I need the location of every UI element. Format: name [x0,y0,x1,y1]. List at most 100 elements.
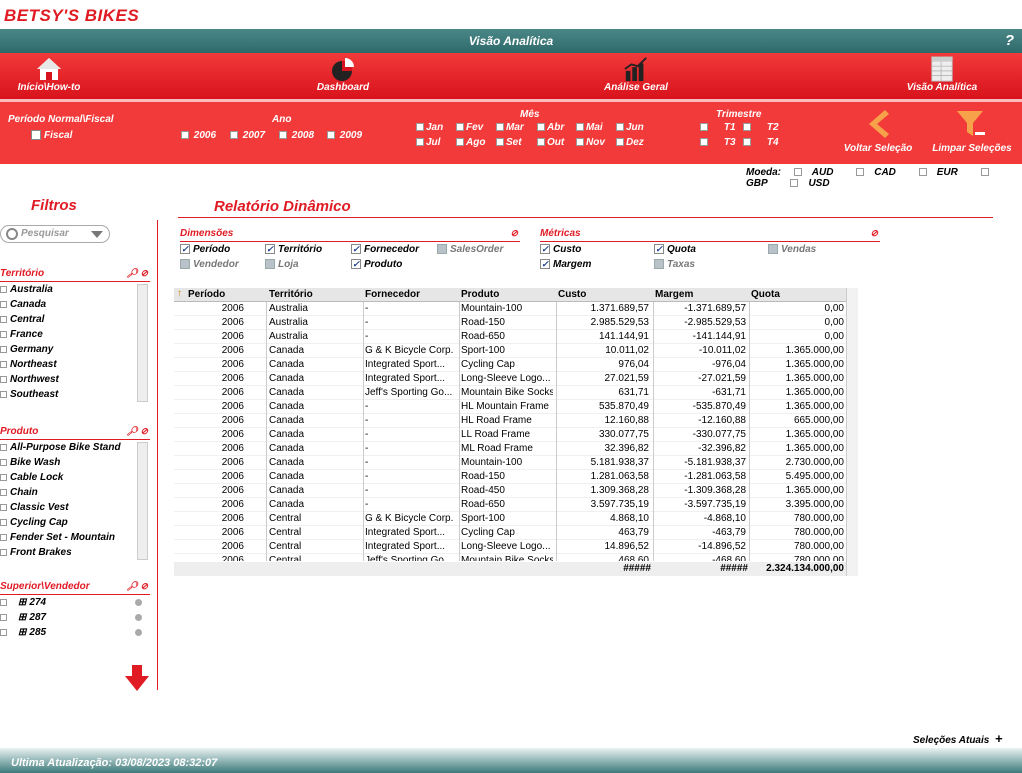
mes-jun[interactable]: Jun [616,122,644,133]
help-button[interactable]: ? [1005,32,1014,50]
search-clear-icons[interactable]: 🔎︎ ⊘ [127,581,148,592]
dimensao-checkbox[interactable] [351,259,361,270]
trimestre-t3[interactable]: T3 [700,137,736,148]
metrica-taxas[interactable]: Taxas [654,259,695,270]
nav-visao-analitica[interactable]: Visão Analítica [900,53,984,99]
nav-analise-geral[interactable]: Análise Geral [598,53,674,99]
moeda-usd[interactable]: USD [790,178,839,189]
limpar-selecoes-button[interactable]: Limpar Seleções [930,108,1014,154]
dimensao-checkbox[interactable] [265,259,275,270]
vendedor-checkbox[interactable] [0,613,7,621]
selecoes-atuais[interactable]: Seleções Atuais + [913,731,1003,746]
territorio-item[interactable]: France [0,327,150,342]
territorio-item[interactable]: Canada [0,297,150,312]
mes-mai[interactable]: Mai [576,122,603,133]
moeda-aud[interactable]: AUD [793,167,844,178]
dimensao-fornecedor[interactable]: Fornecedor [351,244,419,255]
sort-icon[interactable]: ↑ [177,288,182,299]
produto-checkbox[interactable] [0,533,7,541]
territorio-item[interactable]: Central [0,312,150,327]
metrica-checkbox[interactable] [654,259,664,270]
mes-fev[interactable]: Fev [456,122,483,133]
metrica-checkbox[interactable] [768,244,778,255]
territorio-checkbox[interactable] [0,330,7,338]
produto-checkbox[interactable] [0,458,7,466]
metrica-checkbox[interactable] [540,244,550,255]
mes-jul[interactable]: Jul [416,137,440,148]
produto-checkbox[interactable] [0,473,7,481]
expand-icon[interactable]: ⊞ [18,627,26,638]
down-arrow-icon[interactable] [124,664,150,692]
dimensao-checkbox[interactable] [351,244,361,255]
produto-item[interactable]: Fender Set - Mountain [0,530,150,545]
expand-icon[interactable]: ⊞ [18,612,26,623]
metrica-checkbox[interactable] [540,259,550,270]
territorio-item[interactable]: Northeast [0,357,150,372]
metrica-quota[interactable]: Quota [654,244,696,255]
produto-checkbox[interactable] [0,548,7,556]
produto-item[interactable]: Cycling Cap [0,515,150,530]
produto-checkbox[interactable] [0,503,7,511]
mes-nov[interactable]: Nov [576,137,605,148]
dimensao-checkbox[interactable] [265,244,275,255]
territorio-checkbox[interactable] [0,360,7,368]
mes-abr[interactable]: Abr [537,122,564,133]
ano-2007[interactable]: 2007 [230,130,265,141]
ano-2008[interactable]: 2008 [279,130,314,141]
dimensao-período[interactable]: Período [180,244,230,255]
column-header[interactable]: Período [188,289,225,300]
column-header[interactable]: Fornecedor [365,289,420,300]
column-header[interactable]: Custo [558,289,586,300]
search-input[interactable]: Pesquisar [0,225,110,243]
territorio-checkbox[interactable] [0,300,7,308]
mes-ago[interactable]: Ago [456,137,485,148]
produto-scrollbar[interactable] [137,442,148,560]
mes-set[interactable]: Set [496,137,522,148]
trimestre-t1[interactable]: T1 [700,122,736,133]
search-clear-icons[interactable]: 🔎︎ ⊘ [127,268,148,279]
territorio-item[interactable]: Australia [0,282,150,297]
trimestre-t4[interactable]: T4 [743,137,779,148]
mes-out[interactable]: Out [537,137,564,148]
voltar-selecao-button[interactable]: Voltar Seleção [840,108,916,154]
table-scrollbar[interactable] [846,288,858,576]
moeda-cad[interactable]: CAD [856,167,906,178]
column-header[interactable]: Quota [751,289,780,300]
dimensao-checkbox[interactable] [437,244,447,255]
territorio-item[interactable]: Northwest [0,372,150,387]
territorio-checkbox[interactable] [0,285,7,293]
clear-icon[interactable]: ⊘ [510,228,518,239]
produto-checkbox[interactable] [0,443,7,451]
territorio-scrollbar[interactable] [137,284,148,402]
expand-icon[interactable]: ⊞ [18,597,26,608]
mes-mar[interactable]: Mar [496,122,524,133]
vendedor-checkbox[interactable] [0,628,7,636]
produto-item[interactable]: All-Purpose Bike Stand [0,440,150,455]
trimestre-t2[interactable]: T2 [743,122,779,133]
search-clear-icons[interactable]: 🔎︎ ⊘ [127,426,148,437]
ano-2006[interactable]: 2006 [181,130,216,141]
produto-item[interactable]: Chain [0,485,150,500]
nav-home[interactable]: Início\How-to [10,53,88,99]
vendedor-item[interactable]: ⊞ 274 [0,595,150,610]
dimensao-salesorder[interactable]: SalesOrder [437,244,503,255]
metrica-custo[interactable]: Custo [540,244,581,255]
vendedor-item[interactable]: ⊞ 287 [0,610,150,625]
produto-item[interactable]: Front Brakes [0,545,150,560]
metrica-margem[interactable]: Margem [540,259,591,270]
territorio-checkbox[interactable] [0,315,7,323]
produto-checkbox[interactable] [0,488,7,496]
territorio-checkbox[interactable] [0,390,7,398]
column-header[interactable]: Margem [655,289,693,300]
vendedor-item[interactable]: ⊞ 285 [0,625,150,640]
clear-icon[interactable]: ⊘ [870,228,878,239]
nav-dashboard[interactable]: Dashboard [306,53,380,99]
produto-checkbox[interactable] [0,518,7,526]
produto-item[interactable]: Cable Lock [0,470,150,485]
dimensao-checkbox[interactable] [180,244,190,255]
vendedor-checkbox[interactable] [0,598,7,606]
metrica-checkbox[interactable] [654,244,664,255]
territorio-item[interactable]: Southeast [0,387,150,402]
metrica-vendas[interactable]: Vendas [768,244,816,255]
dimensao-território[interactable]: Território [265,244,322,255]
